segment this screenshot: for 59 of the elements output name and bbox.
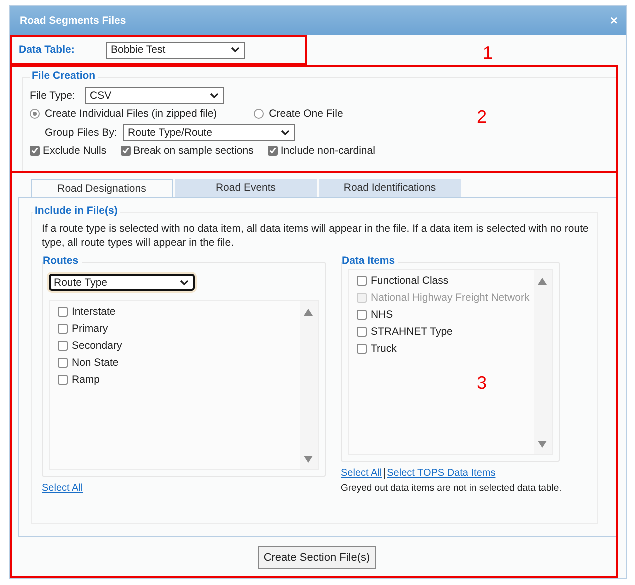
dropdown[interactable]: Route Type xyxy=(49,274,195,291)
list-item-label: Secondary xyxy=(72,340,122,352)
field-label: Data Table: xyxy=(19,44,76,56)
scroll-up-icon[interactable] xyxy=(304,309,313,316)
list-item-label: Truck xyxy=(371,343,397,355)
list-item-label: National Highway Freight Network xyxy=(371,292,530,304)
checkbox[interactable] xyxy=(357,310,367,320)
radio-option[interactable]: Create One File xyxy=(254,108,344,120)
dropdown[interactable]: Route Type/Route xyxy=(123,124,295,141)
hint-text: Greyed out data items are not in selected data table. xyxy=(341,483,560,494)
checkbox-label: Break on sample sections xyxy=(134,145,254,157)
list-item-label: Interstate xyxy=(72,306,116,318)
checkbox[interactable] xyxy=(120,146,131,156)
list-item-label: Ramp xyxy=(72,374,100,386)
create-button[interactable]: Create Section File(s) xyxy=(258,546,376,569)
checkbox[interactable] xyxy=(58,324,68,334)
link[interactable]: Select TOPS Data Items xyxy=(387,468,496,479)
section-title: Include in File(s) xyxy=(33,205,120,217)
checkbox[interactable] xyxy=(58,341,68,351)
checkbox[interactable] xyxy=(357,276,367,286)
panel-title: Routes xyxy=(43,255,82,267)
info-text: If a route type is selected with no data item, all data items will appear in the file. If a data item is selected with no route type, all route types will appear in the file. xyxy=(42,222,590,250)
field-label: Group Files By: xyxy=(45,126,118,138)
caret-icon xyxy=(281,130,290,136)
checkbox[interactable] xyxy=(357,327,367,337)
annotation-number: 3 xyxy=(477,373,488,394)
dropdown[interactable]: Bobbie Test xyxy=(106,42,245,58)
checkbox-label: Include non-cardinal xyxy=(280,145,376,157)
link[interactable]: Select All xyxy=(42,483,84,494)
scroll-down-icon[interactable] xyxy=(538,441,547,448)
tab[interactable]: Road Designations xyxy=(31,179,173,198)
checkbox[interactable] xyxy=(58,358,68,368)
field-label: File Type: xyxy=(30,90,76,102)
dropdown[interactable]: CSV xyxy=(85,87,224,104)
caret-icon xyxy=(210,92,219,98)
tab[interactable]: Road Events xyxy=(175,179,317,197)
caret-icon xyxy=(180,280,189,286)
checkbox[interactable] xyxy=(58,307,68,317)
list-item-label: Primary xyxy=(72,323,108,335)
annotation-number: 1 xyxy=(483,43,494,64)
caret-icon xyxy=(231,47,240,53)
tab[interactable]: Road Identifications xyxy=(319,179,461,197)
link[interactable]: Select All xyxy=(341,468,382,479)
window-title: Road Segments Files xyxy=(20,14,126,26)
scroll-up-icon[interactable] xyxy=(538,278,547,285)
scroll-down-icon[interactable] xyxy=(304,456,313,463)
checkbox[interactable] xyxy=(58,375,68,385)
panel-title: Data Items xyxy=(342,255,398,267)
list-item-label: STRAHNET Type xyxy=(371,326,453,338)
checkbox[interactable] xyxy=(357,344,367,354)
list-item-label: Functional Class xyxy=(371,275,449,287)
list-item-label: NHS xyxy=(371,309,394,321)
list-item-label: Non State xyxy=(72,357,119,369)
radio-option[interactable]: Create Individual Files (in zipped file) xyxy=(30,108,218,120)
checkbox-label: Exclude Nulls xyxy=(43,145,107,157)
section-title: File Creation xyxy=(30,70,98,82)
annotation-number: 2 xyxy=(477,107,488,128)
checkbox[interactable] xyxy=(268,146,278,156)
checkbox[interactable] xyxy=(30,146,40,156)
